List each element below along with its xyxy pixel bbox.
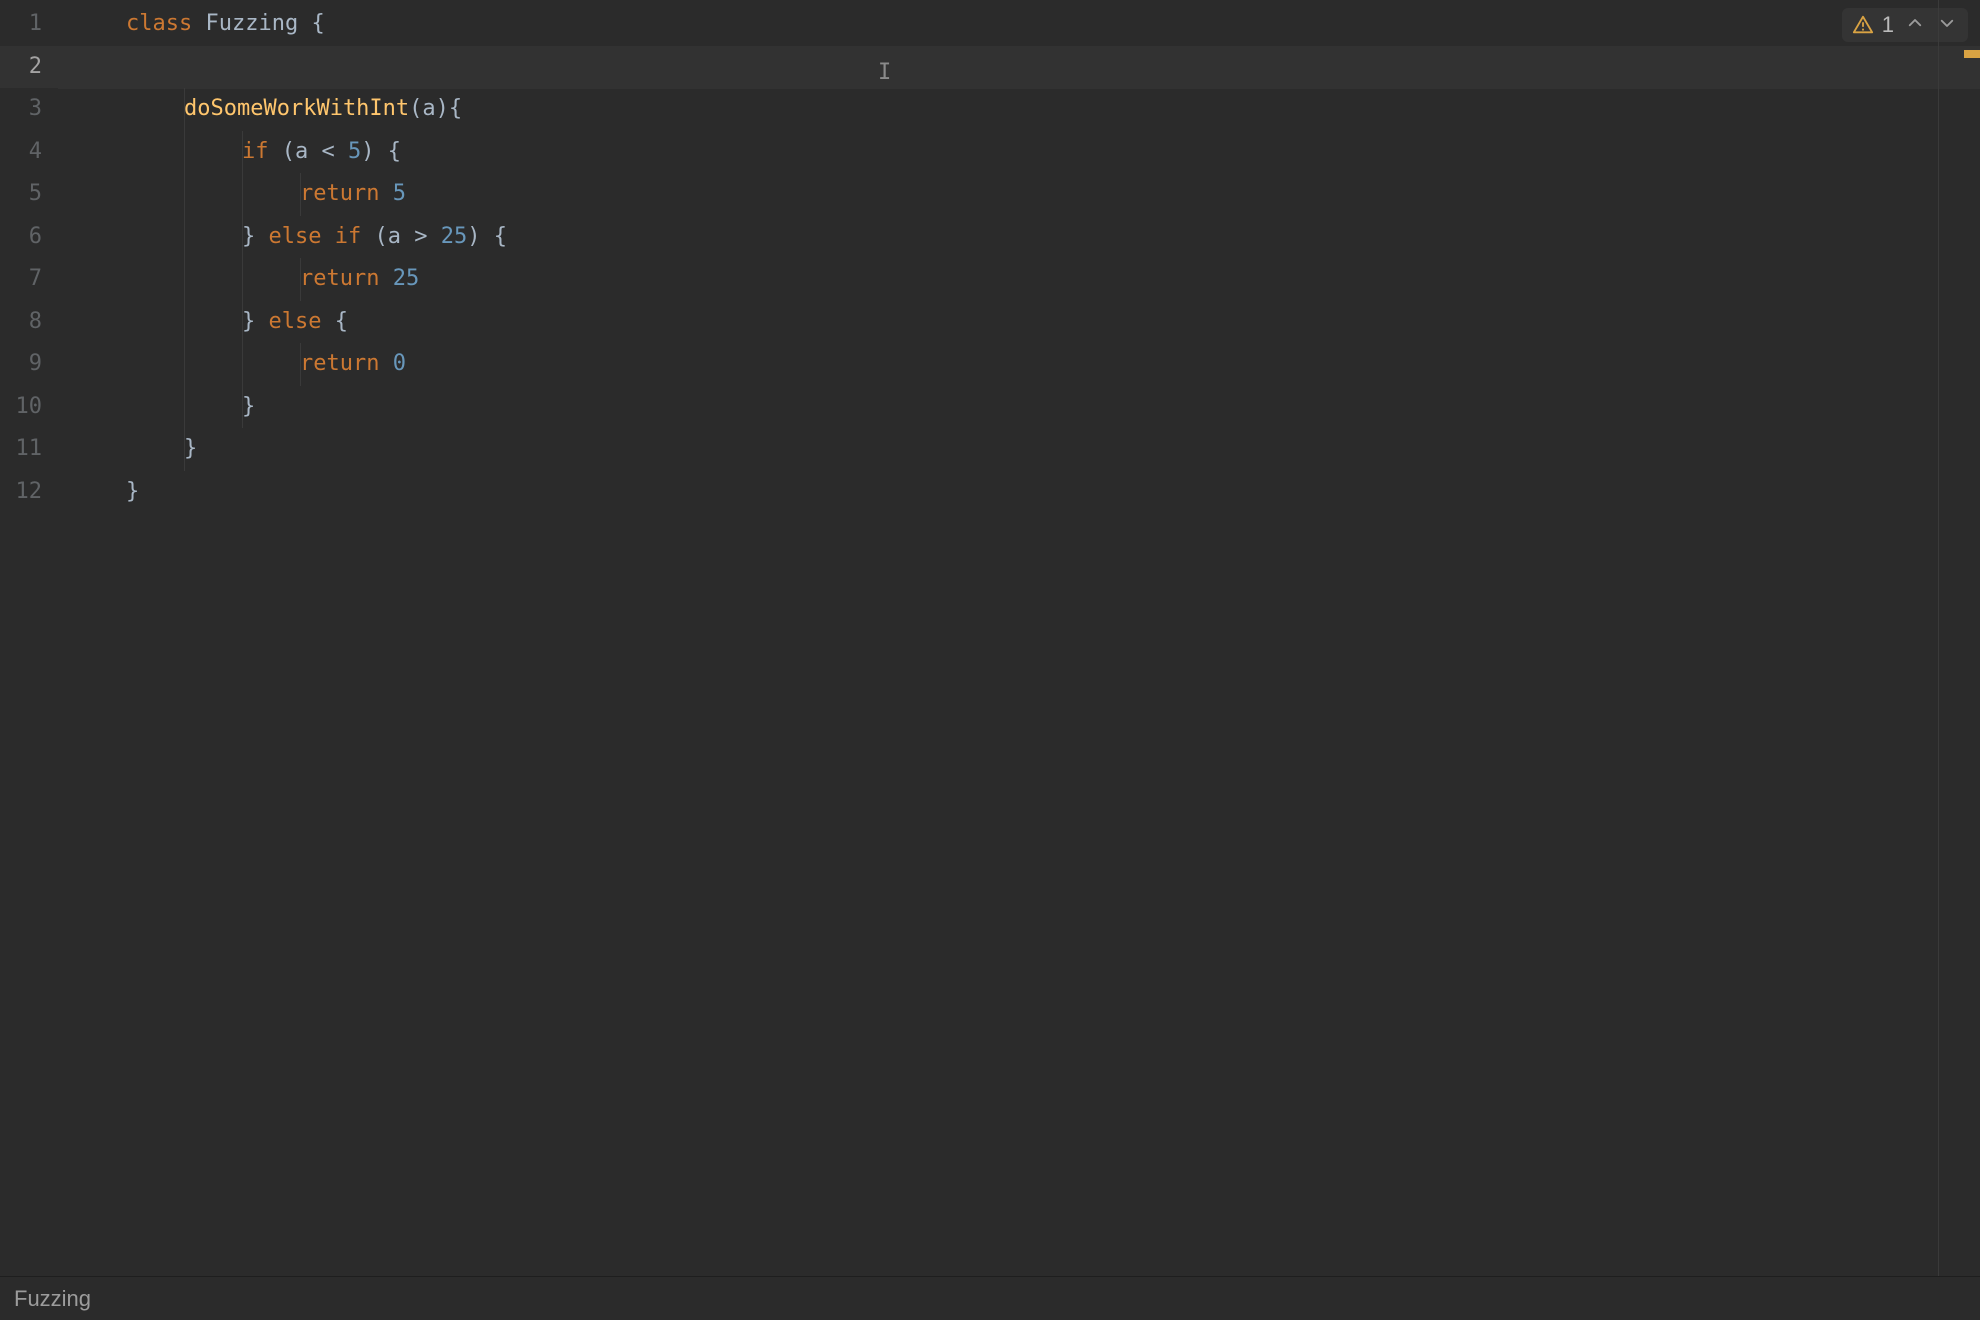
code-token: if <box>242 139 282 164</box>
line-number[interactable]: 10 <box>0 386 58 429</box>
code-token: } <box>242 224 269 249</box>
code-token: 25 <box>441 224 468 249</box>
warning-marker[interactable] <box>1964 50 1980 58</box>
line-number[interactable]: 9 <box>0 343 58 386</box>
code-line[interactable]: doSomeWorkWithInt(a){ <box>58 88 1980 131</box>
code-token: ( <box>374 224 387 249</box>
warning-count: 1 <box>1882 12 1894 38</box>
code-line[interactable] <box>58 46 1980 89</box>
code-token: 25 <box>393 266 420 291</box>
line-number[interactable]: 5 <box>0 173 58 216</box>
code-token: class <box>126 11 205 36</box>
code-token: < <box>322 139 349 164</box>
code-line[interactable]: } <box>58 471 1980 514</box>
warning-triangle-icon <box>1852 14 1874 36</box>
code-area[interactable]: I class Fuzzing {doSomeWorkWithInt(a){if… <box>58 0 1980 1276</box>
breadcrumb[interactable]: Fuzzing <box>0 1276 1980 1320</box>
code-token: } <box>126 479 139 504</box>
code-token: } <box>184 436 197 461</box>
indent-guide <box>184 301 185 344</box>
error-stripe[interactable] <box>1962 0 1980 1276</box>
code-token: } <box>242 394 255 419</box>
right-margin-guide <box>1938 0 1939 1276</box>
indent-guide <box>184 216 185 259</box>
line-number[interactable]: 12 <box>0 471 58 514</box>
code-token: { <box>311 11 324 36</box>
code-token: return <box>300 181 393 206</box>
line-number[interactable]: 3 <box>0 88 58 131</box>
indent-guide <box>242 258 243 301</box>
code-token: ( <box>282 139 295 164</box>
code-token: ){ <box>436 96 463 121</box>
code-token: a <box>388 224 415 249</box>
line-number[interactable]: 6 <box>0 216 58 259</box>
code-token: a <box>295 139 322 164</box>
code-token: a <box>422 96 435 121</box>
indent-guide <box>242 173 243 216</box>
code-token: Fuzzing <box>205 11 311 36</box>
code-token: ( <box>409 96 422 121</box>
line-number[interactable]: 11 <box>0 428 58 471</box>
code-line[interactable]: } <box>58 428 1980 471</box>
code-token: doSomeWorkWithInt <box>184 96 409 121</box>
code-line[interactable]: } else if (a > 25) { <box>58 216 1980 259</box>
code-token: { <box>335 309 348 334</box>
code-line[interactable]: } <box>58 386 1980 429</box>
code-token: return <box>300 351 393 376</box>
indent-guide <box>184 258 185 301</box>
line-number[interactable]: 1 <box>0 3 58 46</box>
inspections-widget[interactable]: 1 <box>1842 8 1968 42</box>
code-token: ) { <box>361 139 401 164</box>
code-line[interactable]: return 5 <box>58 173 1980 216</box>
code-token: 0 <box>393 351 406 376</box>
code-line[interactable]: class Fuzzing { <box>58 3 1980 46</box>
code-editor[interactable]: 123456789101112 I class Fuzzing {doSomeW… <box>0 0 1980 1276</box>
code-line[interactable]: return 25 <box>58 258 1980 301</box>
code-line[interactable]: if (a < 5) { <box>58 131 1980 174</box>
code-token: return <box>300 266 393 291</box>
code-token: else if <box>269 224 375 249</box>
code-line[interactable]: } else { <box>58 301 1980 344</box>
code-token: 5 <box>348 139 361 164</box>
line-number[interactable]: 8 <box>0 301 58 344</box>
line-number[interactable]: 4 <box>0 131 58 174</box>
code-token: } <box>242 309 269 334</box>
code-token: > <box>414 224 441 249</box>
code-token: else <box>269 309 335 334</box>
indent-guide <box>242 343 243 386</box>
indent-guide <box>184 343 185 386</box>
code-token: 5 <box>393 181 406 206</box>
breadcrumb-item[interactable]: Fuzzing <box>14 1286 91 1312</box>
indent-guide <box>184 386 185 429</box>
indent-guide <box>184 173 185 216</box>
next-highlight-button[interactable] <box>1936 12 1958 38</box>
prev-highlight-button[interactable] <box>1904 12 1926 38</box>
line-number-gutter[interactable]: 123456789101112 <box>0 0 58 1276</box>
indent-guide <box>184 131 185 174</box>
line-number[interactable]: 7 <box>0 258 58 301</box>
code-token: ) { <box>467 224 507 249</box>
line-number[interactable]: 2 <box>0 46 58 89</box>
code-line[interactable]: return 0 <box>58 343 1980 386</box>
text-cursor-icon: I <box>878 60 891 85</box>
